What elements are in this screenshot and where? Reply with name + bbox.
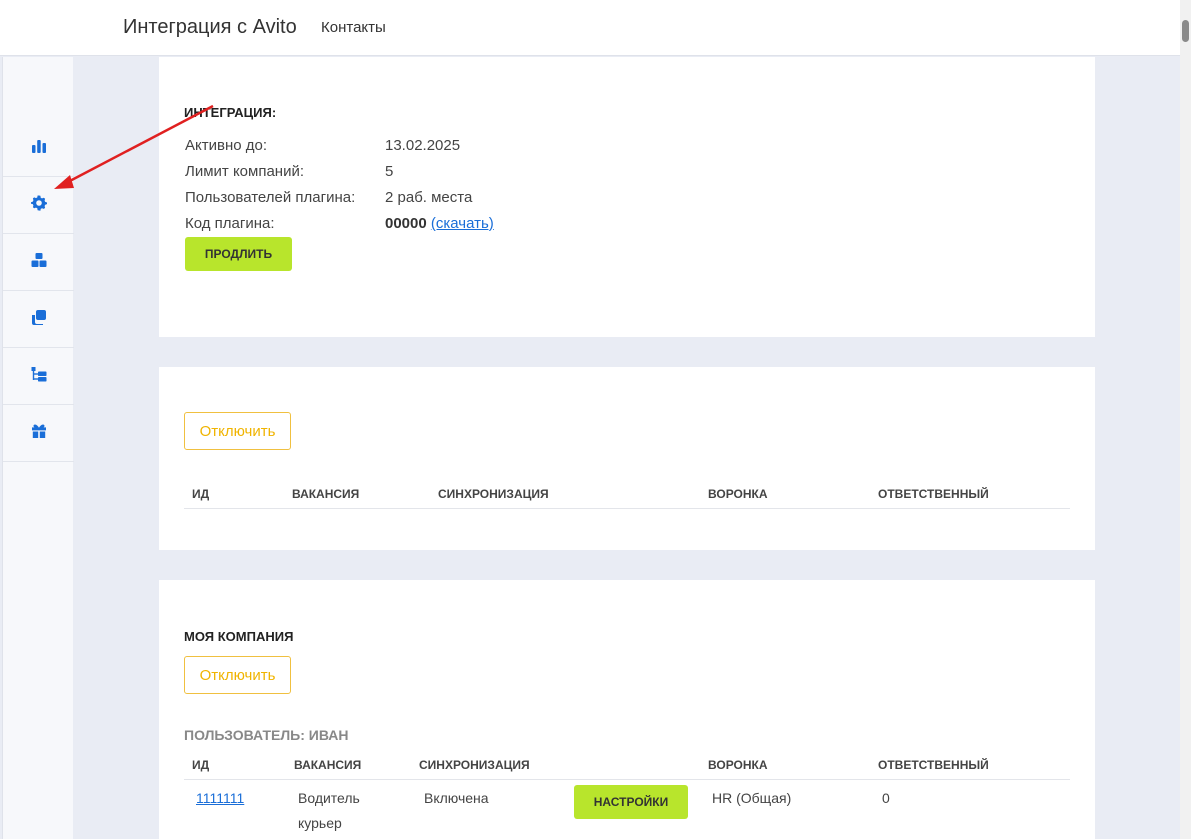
scrollbar-thumb[interactable]: [1182, 20, 1189, 42]
nav-link-contacts[interactable]: Контакты: [321, 19, 386, 36]
plugin-users-label: Пользователей плагина:: [185, 189, 356, 206]
column-header-id: ИД: [192, 758, 210, 772]
active-until-label: Активно до:: [185, 137, 268, 154]
company-title: МОЯ КОМПАНИЯ: [184, 629, 294, 644]
column-header-sync: СИНХРОНИЗАЦИЯ: [419, 758, 530, 772]
company-card: МОЯ КОМПАНИЯ Отключить ПОЛЬЗОВАТЕЛЬ: ИВА…: [159, 580, 1095, 839]
column-header-vacancy: ВАКАНСИЯ: [294, 758, 362, 772]
company-limit-value: 5: [385, 163, 394, 180]
column-header-funnel: ВОРОНКА: [708, 758, 768, 772]
column-header-responsible: ОТВЕТСТВЕННЫЙ: [878, 758, 989, 772]
top-bar: Интеграция с Avito Контакты: [0, 0, 1180, 56]
boxes-icon: [30, 251, 48, 274]
sidebar-item-settings[interactable]: [3, 177, 74, 234]
integration-table-card: Отключить ИД ВАКАНСИЯ СИНХРОНИЗАЦИЯ ВОРО…: [159, 367, 1095, 550]
column-header-vacancy: ВАКАНСИЯ: [292, 487, 360, 501]
vacancy-id-cell: 1111111: [196, 790, 244, 806]
integration-card: ИНТЕГРАЦИЯ: Активно до: 13.02.2025 Лимит…: [159, 57, 1095, 337]
column-header-responsible: ОТВЕТСТВЕННЫЙ: [878, 487, 989, 501]
integration-title: ИНТЕГРАЦИЯ:: [184, 105, 277, 120]
plugin-code: 00000: [385, 215, 427, 232]
vacancy-name-line2: курьер: [298, 815, 342, 831]
company-limit-label: Лимит компаний:: [185, 163, 305, 180]
plugin-users-value: 2 раб. места: [385, 189, 473, 206]
disconnect-button[interactable]: Отключить: [184, 412, 291, 450]
plugin-code-value: 00000 (скачать): [385, 215, 494, 232]
company-disconnect-button[interactable]: Отключить: [184, 656, 291, 694]
table-divider: [184, 779, 1070, 780]
download-link[interactable]: (скачать): [431, 215, 494, 232]
user-title: ПОЛЬЗОВАТЕЛЬ: ИВАН: [184, 727, 349, 743]
sidebar-item-gift[interactable]: [3, 405, 74, 462]
plugin-code-label: Код плагина:: [185, 215, 275, 232]
vacancy-id-link[interactable]: 1111111: [196, 790, 244, 806]
column-header-funnel: ВОРОНКА: [708, 487, 768, 501]
tree-structure-icon: [30, 365, 48, 388]
gear-icon: [30, 194, 48, 217]
extend-button[interactable]: ПРОДЛИТЬ: [185, 237, 292, 271]
page-scrollbar[interactable]: [1180, 0, 1191, 839]
active-until-value: 13.02.2025: [385, 137, 461, 154]
sidebar-item-stats[interactable]: [3, 120, 74, 177]
vacancy-name-line1: Водитель: [298, 790, 360, 806]
column-header-id: ИД: [192, 487, 210, 501]
sidebar-item-boxes[interactable]: [3, 234, 74, 291]
gift-icon: [30, 422, 48, 445]
table-divider: [184, 508, 1070, 509]
sidebar-item-copy[interactable]: [3, 291, 74, 348]
app-title: Интеграция с Avito: [123, 16, 297, 38]
responsible-value: 0: [882, 790, 890, 806]
bar-chart-icon: [30, 137, 48, 160]
column-header-sync: СИНХРОНИЗАЦИЯ: [438, 487, 549, 501]
sidebar-item-structure[interactable]: [3, 348, 74, 405]
funnel-value: HR (Общая): [712, 790, 792, 806]
settings-button[interactable]: НАСТРОЙКИ: [574, 785, 688, 819]
copy-icon: [30, 308, 48, 331]
sidebar: [2, 57, 74, 839]
sync-status: Включена: [424, 790, 489, 806]
